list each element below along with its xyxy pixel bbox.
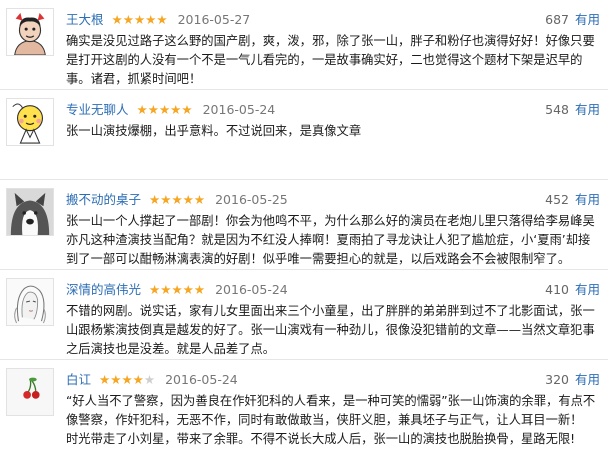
star-icon: ★ [182,192,194,207]
husky-dog-avatar [7,189,53,235]
star-icon: ★ [149,192,161,207]
useful-count: 687 [545,12,569,27]
star-icon: ★ [193,282,206,297]
star-icon: ★ [110,372,122,387]
cherry-avatar [7,369,53,415]
star-icon: ★ [149,282,161,297]
review-content: 张一山演技爆棚，出乎意料。不过说回来，是真像文章 [66,124,362,138]
review-item: 深情的高伟光 ★★★★★ 2016-05-24 410 有用 不错的网剧。说实话，家有儿女… [0,270,608,360]
cartoon-man-avatar [7,9,53,55]
review-content: 确实是没见过路子这么野的国产剧，爽，泼，邪，除了张一山，胖子和粉仔也演得好好！好… [66,34,595,86]
avatar[interactable] [6,188,54,236]
rating-stars: ★★★★★ [112,12,168,27]
useful-button[interactable]: 有用 [575,102,600,117]
useful-count: 410 [545,282,569,297]
star-icon: ★ [145,12,157,27]
useful-count: 320 [545,372,569,387]
useful-button[interactable]: 有用 [575,12,600,27]
useful-button[interactable]: 有用 [575,192,600,207]
review-content: “好人当不了警察，因为善良在作奸犯科的人看来，是一种可笑的懦弱”张一山饰演的余罪… [66,394,596,446]
review-header: 王大根 ★★★★★ 2016-05-27 687 有用 [66,11,600,29]
star-icon: ★ [193,192,206,207]
star-icon: ★ [158,102,171,117]
review-header: 专业无聊人 ★★★★★ 2016-05-24 548 有用 [66,101,600,119]
review-header: 深情的高伟光 ★★★★★ 2016-05-24 410 有用 [66,281,600,299]
useful-button[interactable]: 有用 [575,372,600,387]
review-item: 王大根 ★★★★★ 2016-05-27 687 有用 确实是没见过路子这么野的国产剧，爽… [0,0,608,90]
review-date: 2016-05-24 [215,282,288,297]
username-link[interactable]: 白讧 [66,372,91,387]
review-header: 白讧 ★★★★★ 2016-05-24 320 有用 [66,371,600,389]
star-icon: ★ [132,372,144,387]
avatar[interactable] [6,98,54,146]
star-icon: ★ [170,102,182,117]
review-date: 2016-05-25 [215,192,288,207]
star-icon: ★ [182,282,194,297]
star-icon: ★ [171,282,183,297]
star-icon: ★ [160,192,172,207]
star-icon: ★ [136,102,148,117]
rating-stars: ★★★★★ [137,102,193,117]
avatar[interactable] [6,278,54,326]
star-icon: ★ [181,102,193,117]
star-icon: ★ [171,192,183,207]
rating-stars: ★★★★★ [149,282,205,297]
star-icon: ★ [160,282,172,297]
star-icon: ★ [133,12,146,27]
rating-stars: ★★★★★ [149,192,205,207]
avatar[interactable] [6,368,54,416]
star-icon: ★ [111,12,123,27]
star-icon: ★ [121,372,133,387]
username-link[interactable]: 搬不动的桌子 [66,192,141,207]
rating-stars: ★★★★★ [99,372,155,387]
review-item: 专业无聊人 ★★★★★ 2016-05-24 548 有用 张一山演技爆棚，出乎意料。不过… [0,90,608,180]
review-content: 张一山一个人撑起了一部剧！你会为他鸣不平，为什么那么好的演员在老炮儿里只落得给李… [66,214,595,266]
review-item: 白讧 ★★★★★ 2016-05-24 320 有用 “好人当不了警察，因为善良在作奸犯科… [0,360,608,465]
review-list: 王大根 ★★★★★ 2016-05-27 687 有用 确实是没见过路子这么野的国产剧，爽… [0,0,608,465]
review-date: 2016-05-27 [177,12,251,27]
star-icon: ★ [122,12,134,27]
useful-count: 548 [545,102,569,117]
review-date: 2016-05-24 [202,102,276,117]
star-icon: ★ [147,102,159,117]
useful-count: 452 [545,192,569,207]
yellow-emoji-avatar [7,99,53,145]
star-icon: ★ [99,372,111,387]
review-header: 搬不动的桌子 ★★★★★ 2016-05-25 452 有用 [66,191,600,209]
useful-button[interactable]: 有用 [575,282,600,297]
star-icon: ★ [156,12,168,27]
review-date: 2016-05-24 [165,372,238,387]
sketch-woman-avatar [7,279,53,325]
avatar[interactable] [6,8,54,56]
username-link[interactable]: 专业无聊人 [66,102,129,117]
star-icon: ★ [143,372,156,387]
review-item: 搬不动的桌子 ★★★★★ 2016-05-25 452 有用 张一山一个人撑起了一部剧！你… [0,180,608,270]
review-content: 不错的网剧。说实话，家有儿女里面出来三个小童星，出了胖胖的弟弟胖到过不了北影面试… [66,304,595,356]
username-link[interactable]: 深情的高伟光 [66,282,141,297]
username-link[interactable]: 王大根 [66,12,104,27]
